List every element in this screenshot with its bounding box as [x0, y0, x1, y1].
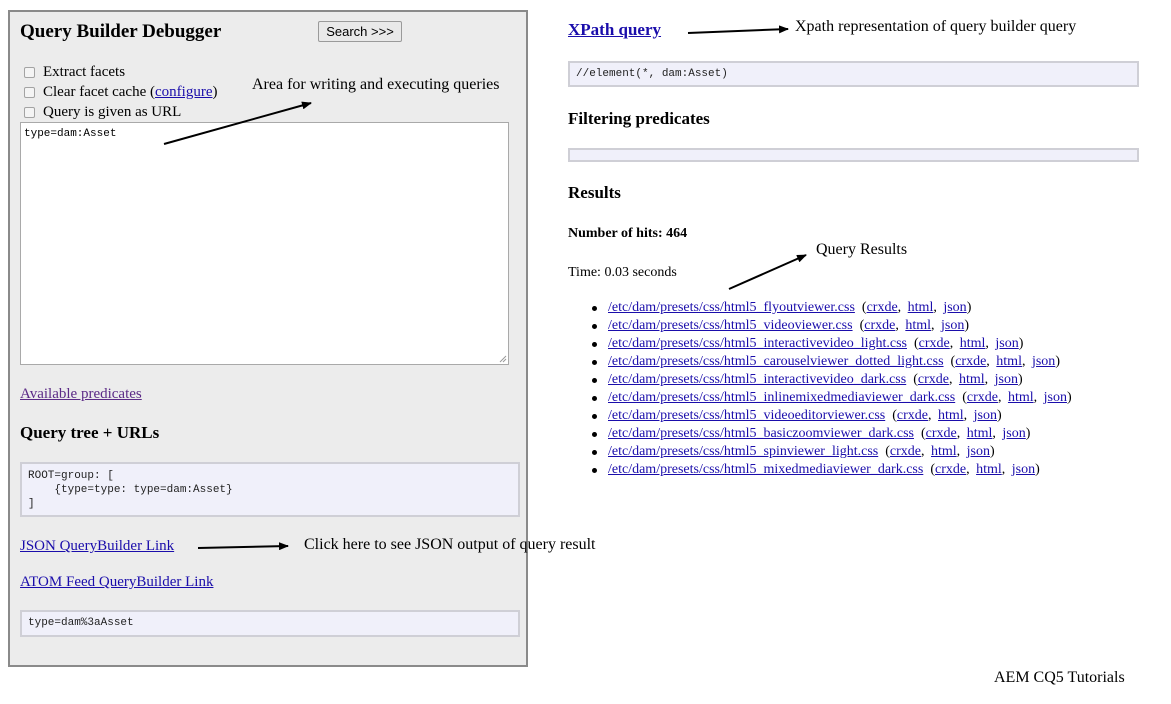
- arrow-query-area: [163, 101, 312, 145]
- arrow-results: [728, 254, 807, 290]
- annotation-arrows: [163, 25, 807, 551]
- arrow-xpath: [687, 25, 789, 34]
- arrow-json-output: [197, 542, 289, 551]
